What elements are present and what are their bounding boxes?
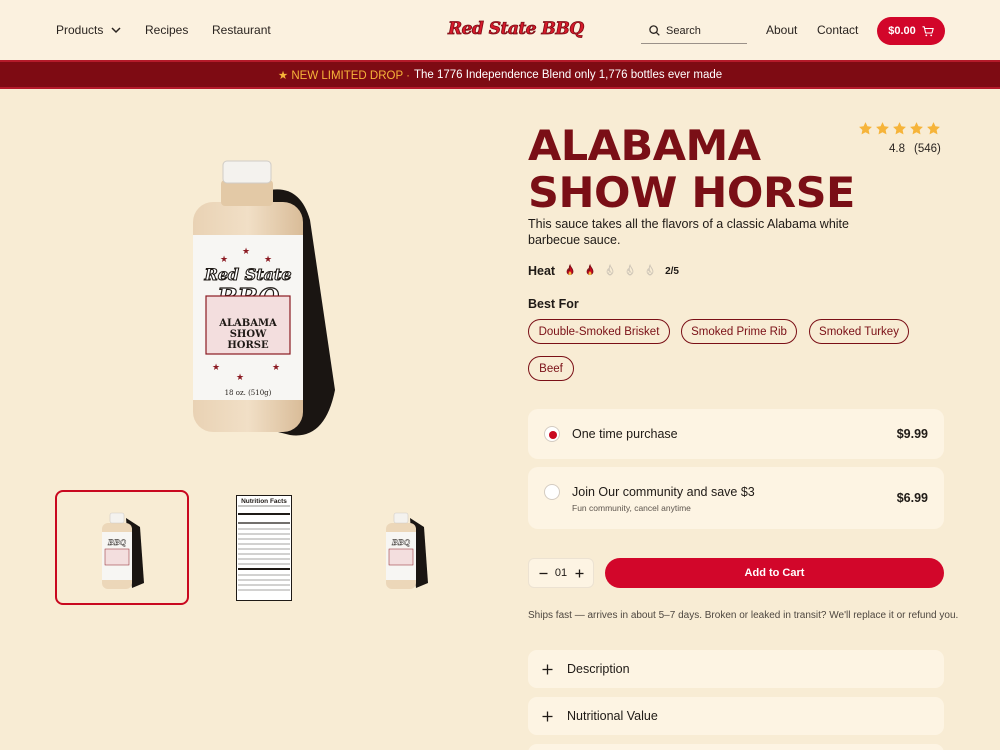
increase-quantity-button[interactable]: [573, 567, 585, 579]
flame-icon-empty: [626, 264, 634, 276]
plus-icon: [575, 569, 583, 577]
flame-icon-filled: [586, 264, 594, 276]
accordion-item-partial[interactable]: [528, 744, 944, 750]
banner-text: The 1776 Independence Blend only 1,776 b…: [413, 68, 723, 81]
star-icon: [927, 122, 940, 135]
one-time-label: One time purchase: [572, 427, 678, 441]
svg-text:BBQ: BBQ: [391, 538, 410, 547]
thumbnail-nutrition-facts[interactable]: Nutrition Facts: [197, 490, 331, 605]
brand-logo[interactable]: Red State BBQ: [448, 19, 585, 43]
search-box: [641, 18, 747, 44]
thumbnail-bottle-front[interactable]: BBQ: [55, 490, 189, 605]
announcement-banner[interactable]: ★ NEW LIMITED DROP · The 1776 Independen…: [0, 60, 1000, 89]
subscribe-subtext: Fun community, cancel anytime: [572, 503, 691, 513]
search-icon: [649, 25, 660, 36]
nav-products-dropdown[interactable]: Products: [56, 23, 121, 37]
nav-recipes-link[interactable]: Recipes: [145, 23, 188, 37]
flame-icon-empty: [606, 264, 614, 276]
shopping-cart-icon: [922, 25, 934, 36]
star-icon: [910, 122, 923, 135]
quantity-stepper: 01: [528, 558, 594, 588]
svg-text:★: ★: [236, 372, 244, 382]
nav-products-label: Products: [56, 23, 104, 37]
nutrition-facts-title: Nutrition Facts: [241, 498, 287, 505]
nav-contact-link[interactable]: Contact: [817, 23, 858, 37]
best-for-tag[interactable]: Smoked Turkey: [809, 319, 909, 344]
svg-text:★: ★: [242, 246, 250, 256]
subscribe-price: $6.99: [896, 491, 928, 505]
rating-value: 4.8: [889, 143, 905, 155]
rating-stars: [858, 121, 941, 136]
heat-flames: [563, 264, 657, 278]
cart-total: $0.00: [888, 25, 916, 37]
product-title-line1: ALABAMA: [528, 121, 761, 171]
description-accordion[interactable]: Description: [528, 650, 944, 688]
svg-text:★: ★: [220, 254, 228, 264]
bottle-size: 18 oz. (510g): [225, 389, 272, 397]
flame-icon-filled: [566, 264, 574, 276]
star-icon: [859, 122, 872, 135]
product-main-image: Red State BBQ ALABAMA SHOW HORSE ★ ★ ★ ★…: [150, 130, 370, 460]
cart-button[interactable]: $0.00: [877, 17, 945, 45]
svg-text:BBQ: BBQ: [107, 538, 126, 547]
bottle-name-line3: HORSE: [227, 340, 269, 351]
quantity-value[interactable]: 01: [555, 567, 567, 579]
star-icon: [893, 122, 906, 135]
chevron-down-icon: [111, 26, 121, 33]
nutritional-value-accordion-label: Nutritional Value: [567, 709, 658, 723]
best-for-tag[interactable]: Double-Smoked Brisket: [528, 319, 670, 344]
flame-icon-empty: [646, 264, 654, 276]
banner-highlight: ★ NEW LIMITED DROP ·: [277, 69, 410, 82]
bottle-name-line1: ALABAMA: [218, 318, 277, 329]
svg-text:★: ★: [272, 362, 280, 372]
plus-icon: [542, 711, 552, 721]
subscribe-label: Join Our community and save $3: [572, 485, 755, 499]
top-navigation: Products Recipes Restaurant Red State BB…: [0, 0, 1000, 60]
heat-rating: Heat 2/5: [528, 264, 679, 278]
minus-icon: [539, 572, 547, 574]
bottle-name-line2: SHOW: [230, 329, 267, 340]
product-title-line2: SHOW HORSE: [528, 169, 855, 219]
subscribe-radio[interactable]: [544, 484, 560, 500]
best-for-tag[interactable]: Beef: [528, 356, 574, 381]
plus-icon: [542, 664, 552, 674]
nav-restaurant-link[interactable]: Restaurant: [212, 23, 271, 37]
one-time-purchase-option[interactable]: One time purchase $9.99: [528, 409, 944, 459]
nutritional-value-accordion[interactable]: Nutritional Value: [528, 697, 944, 735]
best-for-tag[interactable]: Smoked Prime Rib: [681, 319, 797, 344]
svg-text:★: ★: [212, 362, 220, 372]
thumbnail-bottle-angle[interactable]: BBQ: [339, 490, 473, 605]
heat-label: Heat: [528, 264, 556, 278]
product-description: This sauce takes all the flavors of a cl…: [528, 217, 849, 247]
svg-text:★: ★: [264, 254, 272, 264]
search-input[interactable]: [666, 24, 746, 37]
heat-score: 2/5: [665, 265, 679, 277]
product-title: ALABAMA SHOW HORSE: [528, 123, 855, 217]
decrease-quantity-button[interactable]: [537, 567, 549, 579]
description-accordion-label: Description: [567, 662, 630, 676]
review-count: (546): [914, 143, 941, 155]
nav-about-link[interactable]: About: [766, 23, 797, 37]
best-for-label: Best For: [528, 297, 579, 311]
subscribe-option[interactable]: Join Our community and save $3 Fun commu…: [528, 467, 944, 529]
shipping-note: Ships fast — arrives in about 5–7 days. …: [528, 610, 959, 621]
bottle-brand-line1: Red State: [203, 265, 291, 284]
add-to-cart-button[interactable]: Add to Cart: [605, 558, 944, 588]
rating-summary[interactable]: 4.8 (546): [889, 143, 941, 155]
star-icon: [876, 122, 889, 135]
one-time-price: $9.99: [896, 427, 928, 441]
one-time-radio[interactable]: [544, 426, 560, 442]
